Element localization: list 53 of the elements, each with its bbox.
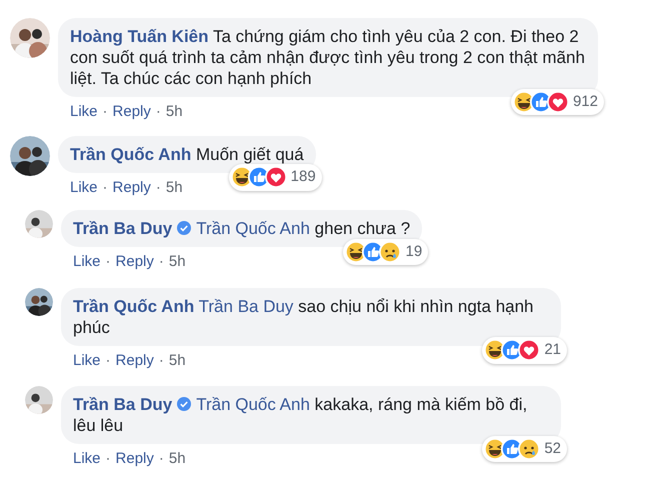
reactions-pill[interactable]: 19 xyxy=(343,238,428,265)
heart-icon xyxy=(518,339,540,362)
timestamp[interactable]: 5h xyxy=(166,176,183,199)
comment-text: Hoàng Tuấn Kiên Ta chứng giám cho tình yêu của 2 con. Đi theo 2 con suốt quá trình ta cảm nhận được tình yêu trong 2 con thật mãnh liệt. Ta chúc các con hạnh phích xyxy=(70,27,585,88)
separator-dot: · xyxy=(106,449,111,469)
timestamp[interactable]: 5h xyxy=(168,251,186,274)
reply-link[interactable]: Reply xyxy=(112,101,151,124)
separator-dot: · xyxy=(156,178,161,198)
comment-text: Trần Ba Duy Trần Quốc Anh kakaka, ráng mà kiếm bồ đi, lêu lêu xyxy=(73,395,528,435)
separator-dot: · xyxy=(102,102,108,122)
mention-link[interactable]: Trần Quốc Anh xyxy=(196,395,310,414)
separator-dot: · xyxy=(102,178,108,198)
separator-dot: · xyxy=(106,350,111,370)
like-link[interactable]: Like xyxy=(73,350,101,372)
timestamp[interactable]: 5h xyxy=(168,448,186,470)
separator-dot: · xyxy=(158,252,164,272)
author-name[interactable]: Trần Ba Duy xyxy=(73,395,172,414)
reaction-count: 189 xyxy=(290,167,316,187)
mention-link[interactable]: Trần Ba Duy xyxy=(198,296,294,316)
comment-text: Trần Quốc Anh Trần Ba Duy sao chịu nổi khi nhìn ngta hạnh phúc xyxy=(73,296,534,336)
crying-face-icon xyxy=(518,438,540,460)
crying-face-icon xyxy=(379,240,402,263)
comment-text: Trần Quốc Anh Muốn giết quá xyxy=(70,144,304,164)
reply-link[interactable]: Reply xyxy=(116,350,154,372)
like-link[interactable]: Like xyxy=(73,448,101,470)
reply-link[interactable]: Reply xyxy=(112,176,151,199)
reactions-pill[interactable]: 52 xyxy=(482,436,567,462)
reactions-pill[interactable]: 21 xyxy=(482,337,567,364)
separator-dot: · xyxy=(158,449,164,469)
like-link[interactable]: Like xyxy=(73,251,101,274)
reaction-count: 52 xyxy=(544,438,561,458)
reaction-count: 19 xyxy=(405,242,422,262)
reactions-pill[interactable]: 912 xyxy=(510,88,604,115)
timestamp[interactable]: 5h xyxy=(168,350,186,372)
separator-dot: · xyxy=(158,350,164,370)
reactions-pill[interactable]: 189 xyxy=(228,164,322,190)
heart-icon xyxy=(264,166,287,188)
heart-icon xyxy=(546,90,569,113)
author-name[interactable]: Hoàng Tuấn Kiên xyxy=(70,27,209,46)
reply-link[interactable]: Reply xyxy=(116,251,154,274)
author-name[interactable]: Trần Quốc Anh xyxy=(73,296,194,316)
comment-text: Trần Ba Duy Trần Quốc Anh ghen chưa ? xyxy=(73,219,410,238)
reaction-count: 912 xyxy=(572,92,598,112)
reply-link[interactable]: Reply xyxy=(116,448,154,470)
reaction-count: 21 xyxy=(544,340,561,360)
separator-dot: · xyxy=(106,252,111,272)
timestamp[interactable]: 5h xyxy=(166,101,183,124)
author-name[interactable]: Trần Quốc Anh xyxy=(70,144,192,164)
like-link[interactable]: Like xyxy=(70,176,98,199)
mention-link[interactable]: Trần Quốc Anh xyxy=(196,219,310,238)
like-link[interactable]: Like xyxy=(70,101,98,124)
separator-dot: · xyxy=(156,102,161,122)
author-name[interactable]: Trần Ba Duy xyxy=(73,219,172,238)
